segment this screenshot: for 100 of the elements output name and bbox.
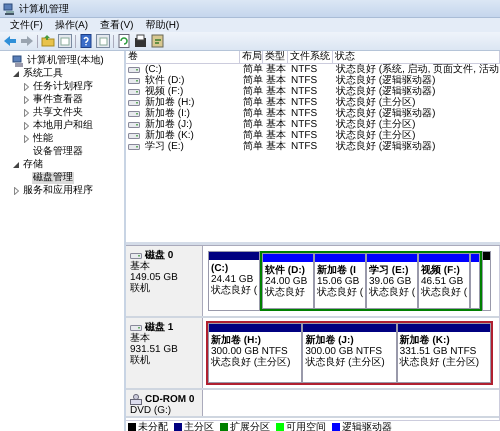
computer-icon (3, 2, 15, 14)
tree-item[interactable]: 存储 (22, 158, 44, 170)
partition[interactable]: 视频 (F:) 46.51 GB 状态良好 ( (418, 253, 470, 309)
collapsed-arrow-icon[interactable] (24, 108, 28, 116)
disk-name: CD-ROM 0 (145, 394, 194, 405)
table-cell-text: NTFS (290, 97, 318, 108)
table-cell-text: 简单 (242, 64, 263, 75)
table-cell-text: NTFS (290, 108, 318, 119)
table-cell-text: 状态良好 (逻辑驱动器) (335, 141, 436, 152)
collapsed-arrow-icon[interactable] (24, 134, 28, 142)
disk-type: DVD (G:) (130, 405, 172, 416)
table-cell-text: NTFS (290, 86, 318, 97)
column-header[interactable]: 卷 (126, 51, 240, 64)
partition[interactable]: 软件 (D:) 24.00 GB 状态良好 (262, 253, 314, 309)
menu-item[interactable]: 帮助(H) (139, 18, 186, 32)
partition-status: 状态良好 (主分区) (211, 357, 292, 368)
partition-name: 新加卷 (J:) (305, 335, 355, 346)
partition[interactable]: 新加卷 (J:) 300.00 GB NTFS 状态良好 (主分区) (302, 323, 397, 383)
table-cell-text: 简单 (242, 130, 263, 141)
table-cell-text: 新加卷 (K:) (144, 130, 194, 141)
extended-partition-frame[interactable]: 软件 (D:) 24.00 GB 状态良好 新加卷 (I 15.06 GB 状态良好 ( 学习 (E:) 39.06 GB 状态良好 ( 视频 (F:) 46.51 GB 状态良好 ( (260, 251, 482, 311)
export-icon[interactable] (151, 34, 165, 48)
collapsed-arrow-icon[interactable] (24, 96, 28, 104)
collapsed-arrow-icon[interactable] (24, 82, 28, 90)
table-cell-text: 简单 (242, 108, 263, 119)
tree-item[interactable]: 磁盘管理 (32, 172, 74, 184)
refresh-icon[interactable] (117, 34, 131, 48)
tree-item[interactable]: 系统工具 (22, 68, 64, 80)
column-header[interactable]: 布局 (240, 51, 263, 64)
expanded-arrow-icon[interactable] (13, 70, 19, 76)
drive-icon (128, 87, 140, 96)
pane-icon[interactable] (58, 34, 72, 48)
table-cell-text: 基本 (265, 97, 287, 108)
table-cell-text: 状态良好 (系统, 启动, 页面文件, 活动 (335, 64, 500, 75)
unallocated-space[interactable] (482, 251, 491, 311)
table-cell-text: 新加卷 (H:) (144, 97, 194, 108)
expanded-arrow-icon[interactable] (13, 162, 19, 168)
tree-item[interactable]: 设备管理器 (32, 146, 84, 158)
disk-size: 149.05 GB (130, 272, 179, 283)
disk-name: 磁盘 1 (145, 322, 174, 333)
folder-icon[interactable] (41, 34, 55, 48)
drive-icon (128, 109, 140, 118)
table-cell-text: 基本 (265, 141, 287, 152)
partition-status: 状态良好 ( (421, 287, 467, 298)
column-header[interactable]: 类型 (263, 51, 288, 64)
partition[interactable]: (C:) 24.41 GB 状态良好 ( (208, 251, 260, 311)
menu-item[interactable]: 文件(F) (4, 18, 49, 32)
legend-label: 逻辑驱动器 (342, 420, 392, 431)
drive-icon (128, 65, 140, 74)
tree-item[interactable]: 任务计划程序 (32, 80, 94, 92)
collapsed-arrow-icon[interactable] (14, 186, 18, 194)
table-cell-text: NTFS (290, 130, 318, 141)
partition-name: (C:) (211, 263, 230, 274)
tree-item[interactable]: 事件查看器 (32, 94, 84, 106)
back-icon[interactable] (3, 34, 17, 48)
partition-name: 新加卷 (I (317, 265, 357, 276)
forward-icon[interactable] (20, 34, 34, 48)
menu-item[interactable]: 操作(A) (48, 18, 94, 32)
table-cell-text: 状态良好 (逻辑驱动器) (335, 108, 436, 119)
table-cell-text: 状态良好 (主分区) (335, 130, 416, 141)
partition-size: 24.41 GB (211, 274, 254, 285)
partition-size: 300.00 GB NTFS (211, 346, 289, 357)
table-cell-text: 简单 (242, 97, 263, 108)
menu-item[interactable]: 查看(V) (94, 18, 140, 32)
partition-size: 39.06 GB (369, 276, 412, 287)
tree-item[interactable]: 服务和应用程序 (22, 184, 94, 196)
table-cell-text: 基本 (265, 119, 287, 130)
help-icon[interactable] (79, 34, 93, 48)
partition[interactable]: 学习 (E:) 39.06 GB 状态良好 ( (366, 253, 418, 309)
table-cell-text: 新加卷 (I:) (144, 108, 190, 119)
disk-status: 联机 (130, 355, 151, 366)
disk-type: 基本 (130, 333, 151, 344)
table-cell-text: 简单 (242, 119, 263, 130)
table-cell-text: 基本 (265, 108, 287, 119)
properties-icon[interactable] (134, 34, 148, 48)
partition-name: 学习 (E:) (369, 265, 410, 276)
tree-item[interactable]: 计算机管理(本地) (26, 54, 105, 66)
tree-item[interactable]: 本地用户和组 (32, 120, 94, 132)
partition-name: 视频 (F:) (421, 265, 461, 276)
legend-label: 未分配 (138, 420, 168, 431)
table-cell-text: 简单 (242, 75, 263, 86)
table-cell-text: NTFS (290, 141, 318, 152)
partition[interactable]: 新加卷 (I 15.06 GB 状态良好 ( (314, 253, 366, 309)
table-cell-text: NTFS (290, 75, 318, 86)
tree-item[interactable]: 性能 (32, 132, 54, 144)
legend-label: 主分区 (184, 420, 214, 431)
window-title: 计算机管理 (19, 2, 69, 16)
table-cell-text: 状态良好 (主分区) (335, 97, 416, 108)
partition[interactable] (470, 253, 480, 309)
partition[interactable]: 新加卷 (H:) 300.00 GB NTFS 状态良好 (主分区) (208, 323, 302, 383)
cd-drive-icon (130, 394, 142, 405)
legend-label: 可用空间 (286, 420, 326, 431)
tree-item[interactable]: 共享文件夹 (32, 106, 84, 118)
collapsed-arrow-icon[interactable] (24, 122, 28, 130)
partition-status: 状态良好 (主分区) (400, 357, 480, 368)
table-cell-text: 基本 (265, 86, 287, 97)
column-header[interactable]: 状态 (333, 51, 500, 64)
table-cell-text: 简单 (242, 86, 263, 97)
drive-icon (128, 76, 140, 85)
partition[interactable]: 新加卷 (K:) 331.51 GB NTFS 状态良好 (主分区) (396, 323, 491, 383)
